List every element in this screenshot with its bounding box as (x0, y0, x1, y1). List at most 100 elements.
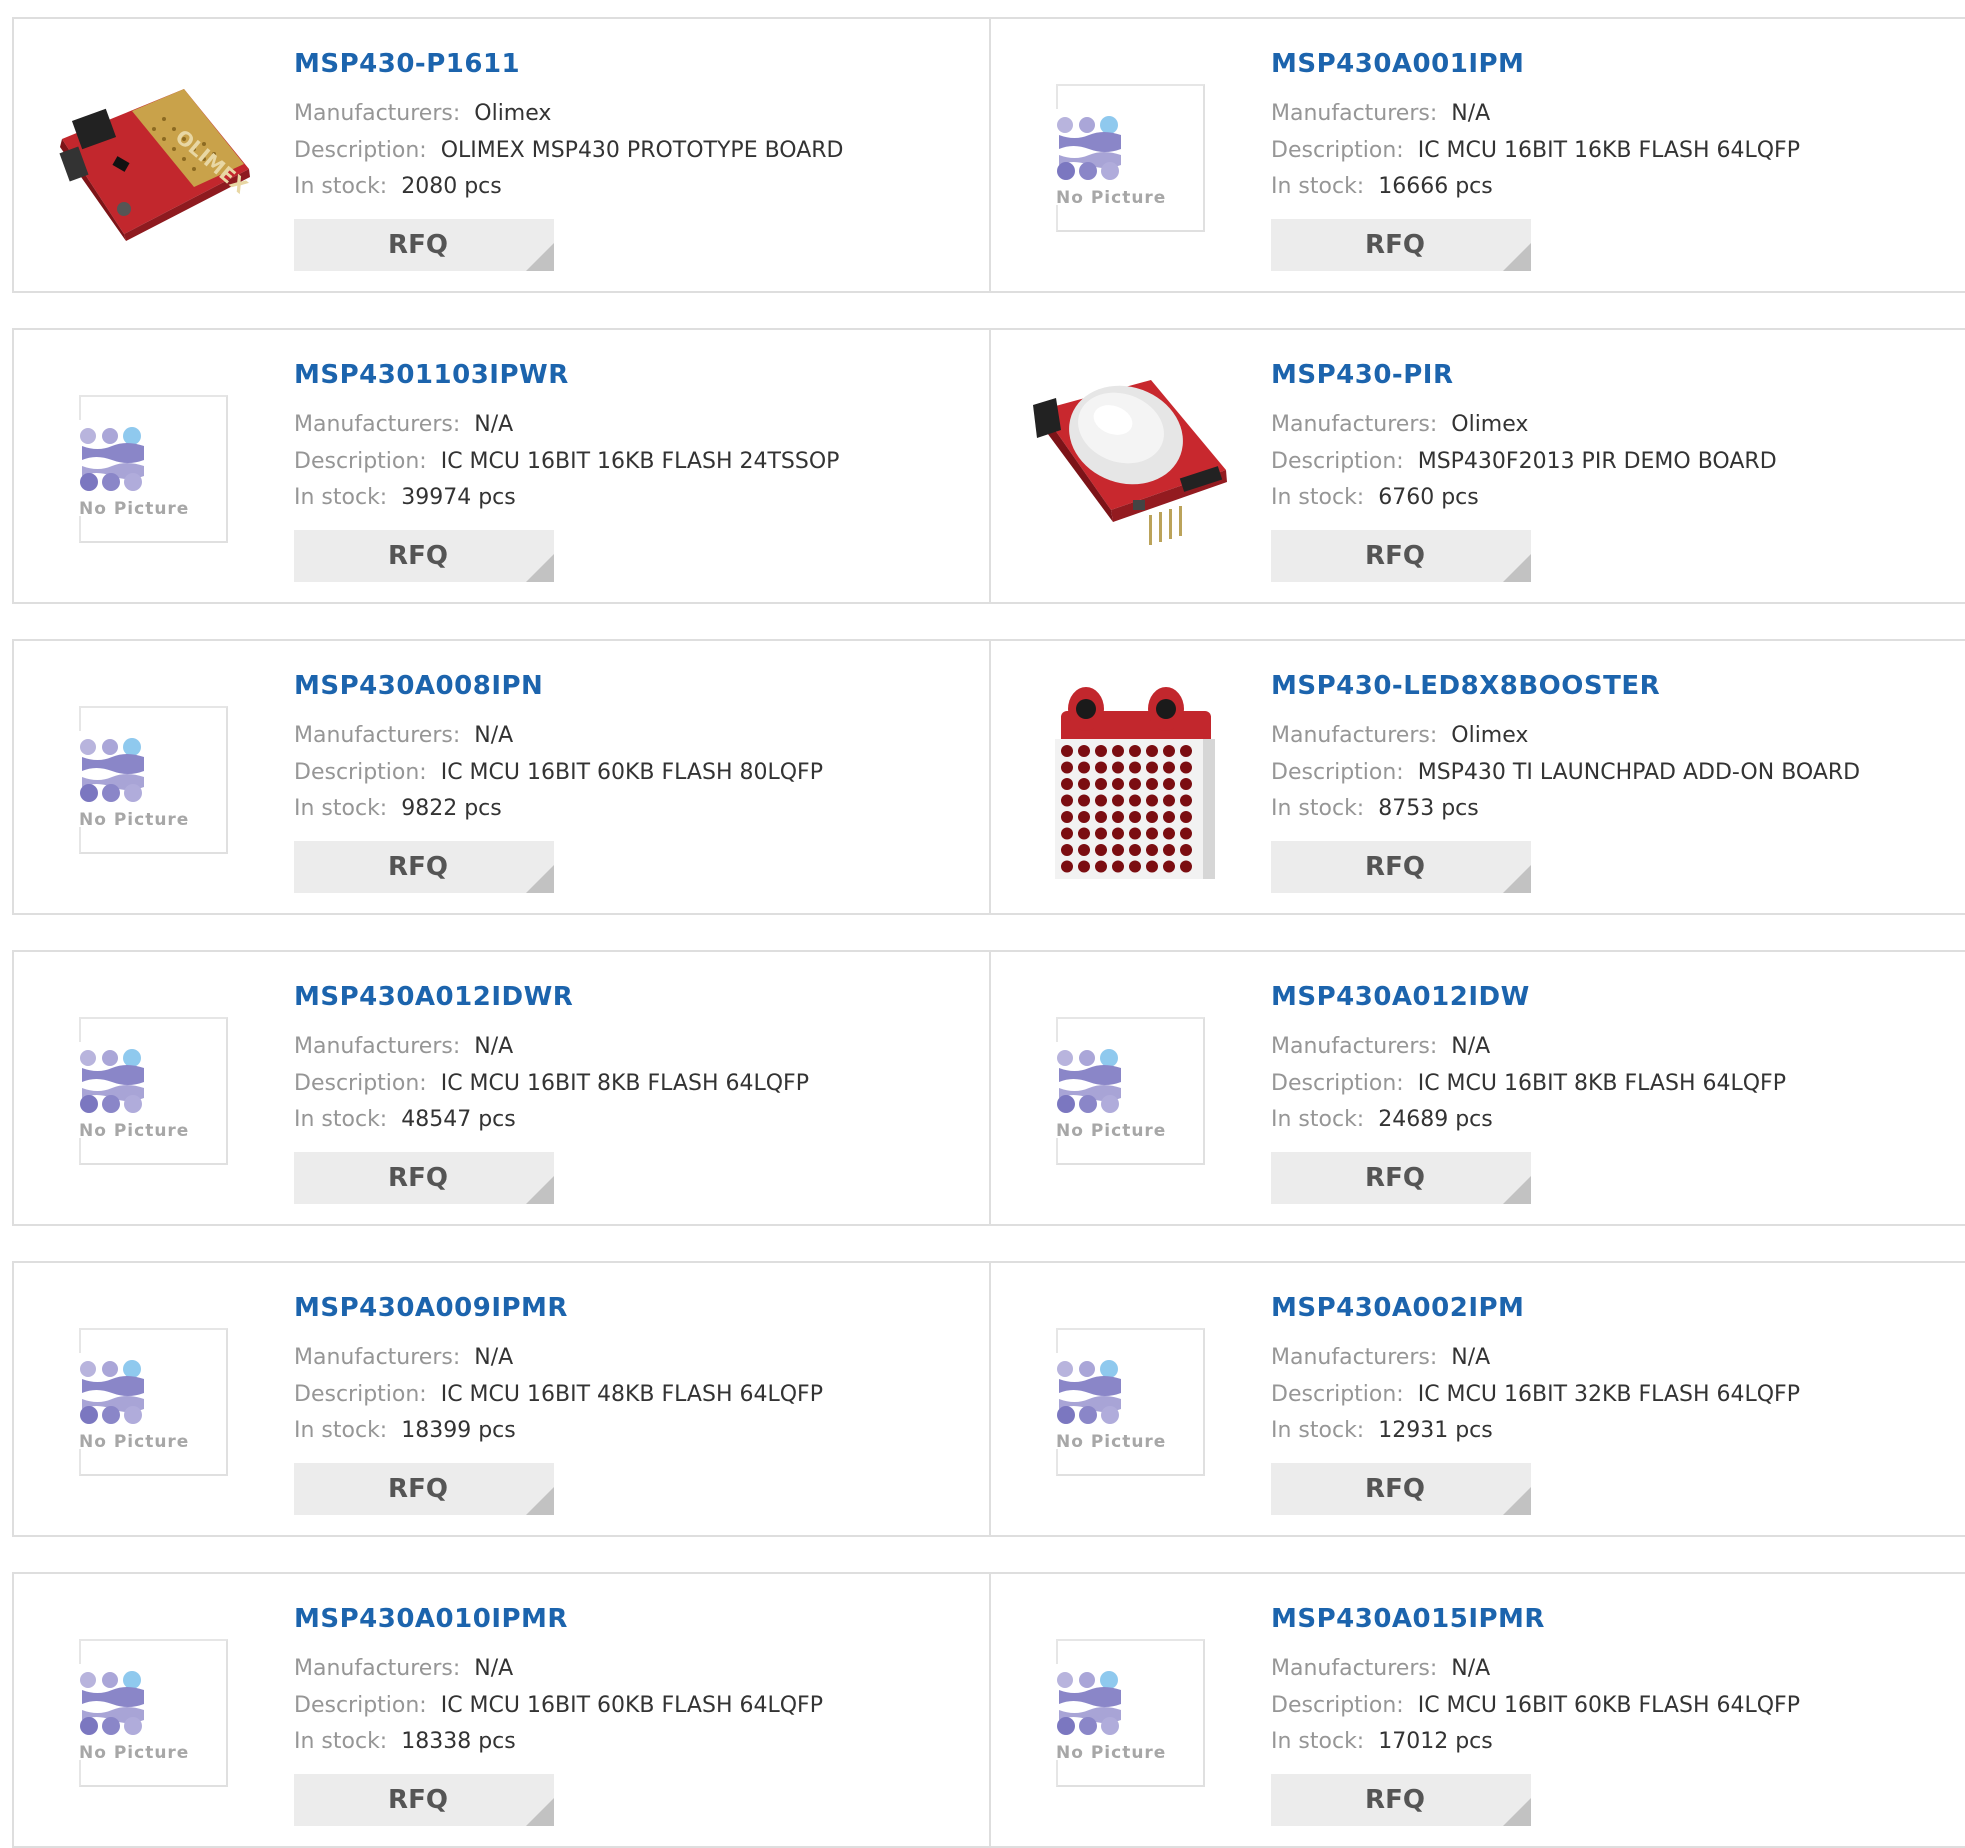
manufacturer-row: Manufacturers: N/A (294, 1656, 513, 1681)
rfq-button[interactable]: RFQ (294, 530, 554, 582)
description-label: Description: (294, 138, 427, 163)
manufacturer-label: Manufacturers: (1271, 1656, 1438, 1681)
product-thumbnail[interactable]: No Picture (1031, 59, 1231, 259)
rfq-button[interactable]: RFQ (294, 1152, 554, 1204)
product-card: No Picture MSP430A012IDW Manufacturers: N/… (991, 952, 1965, 1224)
no-picture-label: No Picture (79, 810, 190, 830)
manufacturer-value: N/A (474, 412, 514, 437)
corner-triangle-icon (1503, 1487, 1531, 1515)
product-part-number-link[interactable]: MSP430A012IDWR (294, 982, 573, 1012)
rfq-button[interactable]: RFQ (294, 1774, 554, 1826)
description-value: IC MCU 16BIT 48KB FLASH 64LQFP (440, 1382, 823, 1407)
manufacturer-value: N/A (474, 1345, 514, 1370)
product-part-number-link[interactable]: MSP430A012IDW (1271, 982, 1530, 1012)
description-value: OLIMEX MSP430 PROTOTYPE BOARD (440, 138, 844, 163)
rfq-button[interactable]: RFQ (1271, 1463, 1531, 1515)
rfq-button[interactable]: RFQ (294, 841, 554, 893)
product-row: No Picture MSP430A008IPN Manufacturers: N/… (12, 639, 1965, 915)
no-picture-logo-icon (80, 427, 144, 491)
manufacturer-label: Manufacturers: (294, 412, 461, 437)
description-row: Description: IC MCU 16BIT 60KB FLASH 80LQ… (294, 760, 823, 785)
stock-label: In stock: (1271, 796, 1365, 821)
product-thumbnail[interactable]: No Picture (54, 370, 254, 570)
rfq-button[interactable]: RFQ (1271, 219, 1531, 271)
product-thumbnail[interactable] (1031, 681, 1231, 881)
stock-value: 24689 pcs (1378, 1107, 1493, 1132)
rfq-button[interactable]: RFQ (1271, 1152, 1531, 1204)
description-label: Description: (294, 1071, 427, 1096)
product-card: No Picture MSP430A009IPMR Manufacturers: N… (14, 1263, 991, 1535)
rfq-button[interactable]: RFQ (294, 1463, 554, 1515)
manufacturer-label: Manufacturers: (294, 723, 461, 748)
product-part-number-link[interactable]: MSP430A009IPMR (294, 1293, 568, 1323)
product-thumbnail[interactable]: No Picture (54, 1303, 254, 1503)
product-card: MSP430-PIR Manufacturers: Olimex Descriptio… (991, 330, 1965, 602)
manufacturer-label: Manufacturers: (294, 101, 461, 126)
no-picture-logo-icon (80, 738, 144, 802)
description-value: IC MCU 16BIT 16KB FLASH 64LQFP (1417, 138, 1800, 163)
stock-label: In stock: (1271, 1729, 1365, 1754)
rfq-button-label: RFQ (388, 230, 448, 260)
manufacturer-row: Manufacturers: N/A (1271, 1034, 1490, 1059)
description-row: Description: IC MCU 16BIT 16KB FLASH 24TS… (294, 449, 839, 474)
manufacturer-row: Manufacturers: Olimex (1271, 412, 1528, 437)
rfq-button-label: RFQ (388, 852, 448, 882)
description-row: Description: IC MCU 16BIT 8KB FLASH 64LQF… (294, 1071, 809, 1096)
rfq-button-label: RFQ (1365, 1474, 1425, 1504)
product-thumbnail[interactable]: No Picture (54, 681, 254, 881)
manufacturer-value: Olimex (474, 101, 552, 126)
product-thumbnail[interactable]: No Picture (1031, 1303, 1231, 1503)
product-part-number-link[interactable]: MSP430A010IPMR (294, 1604, 568, 1634)
description-value: IC MCU 16BIT 60KB FLASH 80LQFP (440, 760, 823, 785)
description-value: IC MCU 16BIT 16KB FLASH 24TSSOP (440, 449, 840, 474)
product-thumbnail[interactable]: No Picture (54, 1614, 254, 1814)
description-label: Description: (1271, 1382, 1404, 1407)
product-part-number-link[interactable]: MSP430A002IPM (1271, 1293, 1524, 1323)
stock-label: In stock: (294, 1729, 388, 1754)
product-part-number-link[interactable]: MSP430A015IPMR (1271, 1604, 1545, 1634)
corner-triangle-icon (1503, 1176, 1531, 1204)
product-thumbnail[interactable]: OLIMEX (54, 59, 254, 259)
product-part-number-link[interactable]: MSP430-LED8X8BOOSTER (1271, 671, 1660, 701)
product-card: No Picture MSP430A015IPMR Manufacturers: N… (991, 1574, 1965, 1846)
description-row: Description: IC MCU 16BIT 8KB FLASH 64LQF… (1271, 1071, 1786, 1096)
product-card: No Picture MSP430A008IPN Manufacturers: N/… (14, 641, 991, 913)
rfq-button-label: RFQ (1365, 1163, 1425, 1193)
product-part-number-link[interactable]: MSP4301103IPWR (294, 360, 569, 390)
product-photo (1031, 681, 1231, 881)
product-part-number-link[interactable]: MSP430-PIR (1271, 360, 1453, 390)
stock-value: 16666 pcs (1378, 174, 1493, 199)
stock-value: 9822 pcs (401, 796, 502, 821)
rfq-button[interactable]: RFQ (294, 219, 554, 271)
product-photo (1031, 370, 1231, 570)
product-thumbnail[interactable]: No Picture (1031, 1614, 1231, 1814)
corner-triangle-icon (1503, 1798, 1531, 1826)
product-thumbnail[interactable] (1031, 370, 1231, 570)
manufacturer-label: Manufacturers: (1271, 101, 1438, 126)
description-row: Description: IC MCU 16BIT 48KB FLASH 64LQ… (294, 1382, 823, 1407)
rfq-button[interactable]: RFQ (1271, 1774, 1531, 1826)
description-row: Description: IC MCU 16BIT 60KB FLASH 64LQ… (1271, 1693, 1800, 1718)
product-thumbnail[interactable]: No Picture (54, 992, 254, 1192)
rfq-button-label: RFQ (1365, 852, 1425, 882)
rfq-button[interactable]: RFQ (1271, 530, 1531, 582)
rfq-button-label: RFQ (388, 1474, 448, 1504)
stock-row: In stock: 18338 pcs (294, 1729, 516, 1754)
stock-value: 12931 pcs (1378, 1418, 1493, 1443)
manufacturer-label: Manufacturers: (294, 1034, 461, 1059)
product-thumbnail[interactable]: No Picture (1031, 992, 1231, 1192)
stock-row: In stock: 17012 pcs (1271, 1729, 1493, 1754)
stock-row: In stock: 39974 pcs (294, 485, 516, 510)
rfq-button-label: RFQ (388, 541, 448, 571)
manufacturer-row: Manufacturers: N/A (1271, 101, 1490, 126)
corner-triangle-icon (526, 865, 554, 893)
no-picture-label: No Picture (1056, 188, 1167, 208)
description-row: Description: MSP430F2013 PIR DEMO BOARD (1271, 449, 1777, 474)
product-part-number-link[interactable]: MSP430-P1611 (294, 49, 520, 79)
product-part-number-link[interactable]: MSP430A008IPN (294, 671, 543, 701)
manufacturer-value: N/A (474, 723, 514, 748)
product-part-number-link[interactable]: MSP430A001IPM (1271, 49, 1524, 79)
no-picture-logo-icon (1057, 1049, 1121, 1113)
rfq-button[interactable]: RFQ (1271, 841, 1531, 893)
product-card: MSP430-LED8X8BOOSTER Manufacturers: Olimex… (991, 641, 1965, 913)
